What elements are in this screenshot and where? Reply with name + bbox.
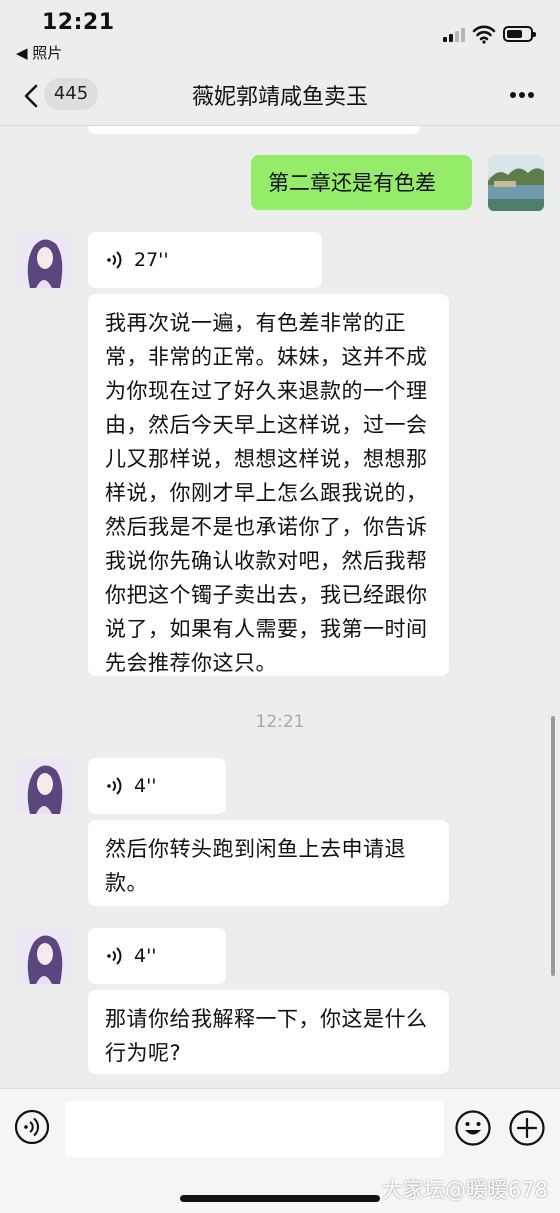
wifi-icon (472, 25, 496, 44)
voice-duration: 4'' (134, 945, 157, 967)
watermark: 大家坛@暖暖678 (381, 1178, 548, 1202)
more-options-icon[interactable] (508, 92, 536, 100)
chat-title: 薇妮郭靖咸鱼卖玉 (191, 85, 368, 110)
status-bar: 12:21 ◀ 照片 (0, 0, 560, 70)
voice-message-bubble[interactable]: 4'' (88, 928, 226, 984)
battery-icon (503, 26, 536, 42)
previous-message-bubble (88, 126, 420, 134)
voice-message-bubble[interactable]: 4'' (88, 758, 226, 814)
contact-avatar[interactable] (16, 232, 72, 288)
sent-text: 第二章还是有色差 (268, 171, 436, 195)
status-time: 12:21 (42, 10, 115, 35)
voice-duration: 4'' (134, 775, 157, 797)
contact-avatar[interactable] (16, 928, 72, 984)
voice-wave-icon (107, 947, 122, 965)
add-more-icon[interactable] (508, 1109, 546, 1147)
sent-image-thumbnail[interactable] (488, 155, 544, 211)
voice-duration: 27'' (134, 249, 169, 271)
voice-input-toggle-icon[interactable] (14, 1109, 50, 1145)
voice-message-bubble[interactable]: 27'' (88, 232, 322, 288)
chat-header: 445 薇妮郭靖咸鱼卖玉 (0, 70, 560, 126)
cellular-signal-icon (443, 28, 467, 42)
received-text: 那请你给我解释一下，你这是什么行为呢? (105, 1007, 428, 1065)
voice-wave-icon (107, 777, 122, 795)
contact-avatar[interactable] (16, 758, 72, 814)
sent-text-bubble[interactable]: 第二章还是有色差 (251, 155, 472, 210)
received-text: 然后你转头跑到闲鱼上去申请退款。 (105, 837, 406, 895)
voice-wave-icon (107, 251, 122, 269)
emoji-icon[interactable] (454, 1109, 492, 1147)
home-indicator[interactable] (180, 1195, 380, 1202)
back-to-photos-link[interactable]: ◀ 照片 (16, 42, 62, 63)
message-list[interactable]: 第二章还是有色差 27'' 我再次说一遍，有色差非常的正常，非常的正常。妹妹，这… (0, 126, 560, 1088)
received-text-bubble[interactable]: 我再次说一遍，有色差非常的正常，非常的正常。妹妹，这并不成为你现在过了好久来退款… (88, 294, 449, 676)
message-input[interactable] (65, 1101, 444, 1157)
message-timestamp: 12:21 (255, 712, 305, 732)
scrollbar[interactable] (551, 716, 555, 976)
received-text: 我再次说一遍，有色差非常的正常，非常的正常。妹妹，这并不成为你现在过了好久来退款… (105, 311, 428, 675)
received-text-bubble[interactable]: 然后你转头跑到闲鱼上去申请退款。 (88, 820, 449, 906)
received-text-bubble[interactable]: 那请你给我解释一下，你这是什么行为呢? (88, 990, 449, 1074)
